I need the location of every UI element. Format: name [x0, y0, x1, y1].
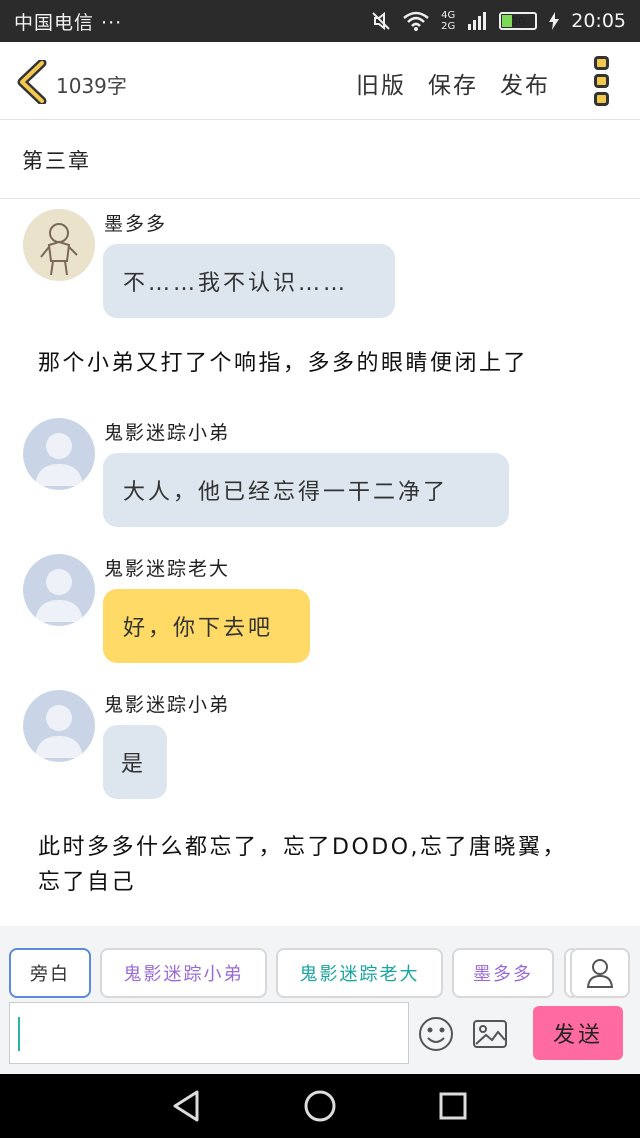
carrier-label: 中国电信 ···	[14, 11, 123, 34]
dialogue-bubble[interactable]: 是	[103, 725, 167, 799]
dialogue-bubble[interactable]: 好，你下去吧	[103, 589, 310, 663]
send-button[interactable]: 发送	[533, 1006, 623, 1060]
narration-text[interactable]: 那个小弟又打了个响指，多多的眼睛便闭上了	[38, 346, 608, 381]
message-input[interactable]	[9, 1002, 409, 1064]
default-user-icon	[35, 705, 83, 758]
image-icon[interactable]	[472, 1016, 508, 1052]
role-chip-narrator[interactable]: 旁白	[9, 948, 91, 998]
message-1[interactable]: 墨多多 不……我不认识……	[0, 206, 640, 326]
character-sketch-icon	[23, 209, 95, 281]
network-label: 4G 2G	[441, 10, 455, 32]
speaker-name: 墨多多	[104, 213, 168, 235]
avatar	[23, 690, 95, 762]
dialogue-bubble[interactable]: 不……我不认识……	[103, 244, 395, 318]
speaker-name: 鬼影迷踪小弟	[104, 694, 231, 716]
battery-icon: 30	[499, 12, 538, 30]
word-count: 1039字	[56, 74, 127, 98]
composer-panel: 旁白 鬼影迷踪小弟 鬼影迷踪老大 墨多多 发送	[0, 926, 640, 1074]
message-5[interactable]: 鬼影迷踪小弟 是	[0, 688, 640, 804]
text-caret	[18, 1017, 20, 1051]
speaker-name: 鬼影迷踪小弟	[104, 422, 231, 444]
speaker-name: 鬼影迷踪老大	[104, 558, 231, 580]
avatar	[23, 209, 95, 281]
wifi-icon	[403, 11, 429, 31]
network-2g: 2G	[441, 21, 456, 32]
avatar	[23, 418, 95, 490]
user-icon	[586, 959, 614, 988]
status-bar: 中国电信 ··· 4G 2G 30 20:05	[0, 0, 640, 42]
chapter-title[interactable]: 第三章	[0, 121, 640, 199]
more-menu-icon[interactable]	[594, 56, 614, 106]
editor-toolbar: 1039字 旧版 保存 发布	[0, 42, 640, 120]
default-user-icon	[35, 569, 83, 622]
system-nav-bar	[0, 1074, 640, 1138]
mute-icon	[372, 11, 390, 31]
battery-level: 30	[511, 14, 526, 28]
clock: 20:05	[571, 10, 626, 32]
message-3[interactable]: 鬼影迷踪小弟 大人，他已经忘得一干二净了	[0, 416, 640, 532]
role-chip-ghost-minion[interactable]: 鬼影迷踪小弟	[100, 948, 267, 998]
message-4[interactable]: 鬼影迷踪老大 好，你下去吧	[0, 552, 640, 668]
network-4g: 4G	[441, 10, 456, 21]
role-chip-ghost-boss[interactable]: 鬼影迷踪老大	[276, 948, 443, 998]
charging-icon	[549, 12, 560, 30]
old-version-button[interactable]: 旧版	[356, 66, 406, 100]
nav-home-icon[interactable]	[300, 1086, 340, 1126]
save-button[interactable]: 保存	[428, 66, 478, 100]
publish-button[interactable]: 发布	[500, 66, 550, 100]
signal-icon	[468, 12, 487, 30]
nav-back-icon[interactable]	[167, 1086, 207, 1126]
default-user-icon	[35, 433, 83, 486]
emoji-icon[interactable]	[418, 1016, 454, 1052]
narration-text[interactable]: 此时多多什么都忘了，忘了DODO,忘了唐晓翼，忘了自己	[38, 830, 578, 900]
dialogue-bubble[interactable]: 大人，他已经忘得一干二净了	[103, 453, 509, 527]
back-chevron-icon[interactable]	[16, 60, 48, 104]
role-chip-moduoduo[interactable]: 墨多多	[452, 948, 554, 998]
add-role-button[interactable]	[570, 948, 630, 998]
avatar	[23, 554, 95, 626]
nav-recents-icon[interactable]	[433, 1086, 473, 1126]
